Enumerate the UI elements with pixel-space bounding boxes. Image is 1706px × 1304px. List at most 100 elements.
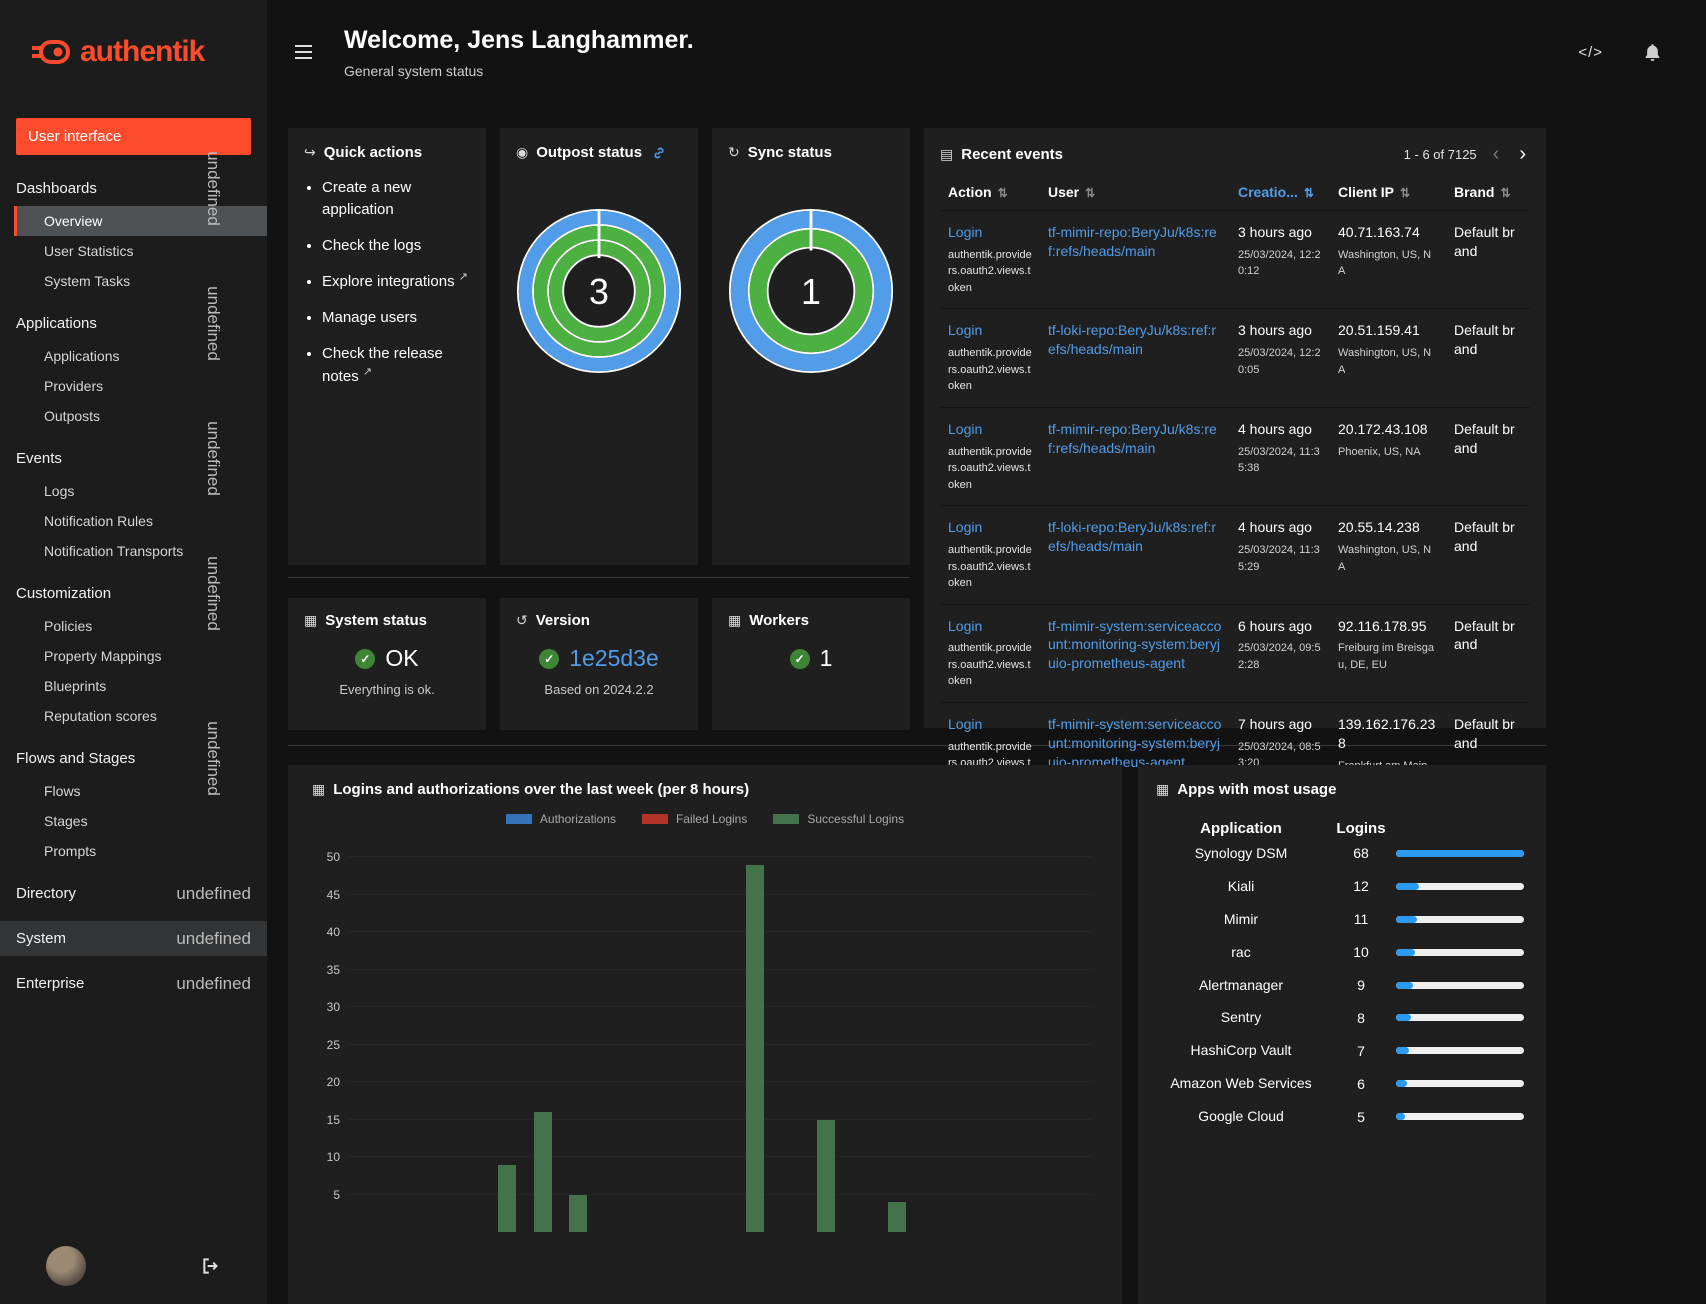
quick-action-check-the-release-notes[interactable]: Check the release notes ↗	[322, 343, 470, 388]
event-row[interactable]: Login authentik.providers.oauth2.views.to…	[940, 505, 1530, 605]
event-row[interactable]: Login authentik.providers.oauth2.views.to…	[940, 209, 1530, 309]
sidebar-section-applications[interactable]: Applications undefined	[0, 286, 267, 361]
event-user-link[interactable]: tf-mimir-system:serviceaccount:monitorin…	[1048, 618, 1221, 672]
outpost-status-donut[interactable]: 3	[516, 203, 682, 379]
version-title: Version	[535, 612, 590, 629]
sidebar-item-reputation-scores[interactable]: Reputation scores	[14, 701, 267, 731]
sidebar-section-events[interactable]: Events undefined	[0, 421, 267, 496]
chart-ytick-label: 20	[326, 1075, 340, 1089]
sync-status-donut[interactable]: 1	[728, 203, 894, 379]
event-action-link[interactable]: Login	[948, 618, 982, 634]
app-usage-bar	[1396, 1113, 1524, 1121]
apps-usage-row-sentry: Sentry 8	[1156, 1001, 1528, 1034]
notification-bell-icon[interactable]	[1643, 43, 1662, 62]
hamburger-menu-icon[interactable]	[291, 39, 316, 65]
api-code-icon[interactable]: </>	[1578, 44, 1603, 61]
events-column-creatio[interactable]: Creatio... ⇅	[1230, 174, 1330, 211]
sidebar-section-customization[interactable]: Customization undefined	[0, 556, 267, 631]
event-action-link[interactable]: Login	[948, 519, 982, 535]
events-column-client-ip[interactable]: Client IP ⇅	[1330, 174, 1446, 211]
sidebar-item-applications[interactable]: Applications	[14, 341, 267, 371]
event-action-link[interactable]: Login	[948, 421, 982, 437]
sidebar-section-flows-and-stages[interactable]: Flows and Stages undefined	[0, 721, 267, 796]
external-link-icon: ↗	[458, 271, 468, 284]
chart-ytick-label: 30	[326, 1000, 340, 1014]
chevron-down-icon: undefined	[204, 151, 224, 226]
sidebar-item-blueprints[interactable]: Blueprints	[14, 671, 267, 701]
sidebar-item-logs[interactable]: Logs	[14, 476, 267, 506]
quick-action-manage-users[interactable]: Manage users	[322, 307, 470, 329]
events-column-action[interactable]: Action ⇅	[940, 174, 1040, 211]
legend-item-successful-logins[interactable]: Successful Logins	[773, 812, 904, 826]
legend-item-authorizations[interactable]: Authorizations	[505, 812, 616, 826]
app-login-count: 5	[1357, 1108, 1365, 1125]
event-user-link[interactable]: tf-loki-repo:BeryJu/k8s:ref:refs/heads/m…	[1048, 322, 1216, 357]
version-value-link[interactable]: 1e25d3e	[569, 645, 659, 672]
sidebar-item-system-tasks[interactable]: System Tasks	[14, 266, 267, 296]
event-user-link[interactable]: tf-mimir-repo:BeryJu/k8s:ref:refs/heads/…	[1048, 224, 1217, 259]
version-description: Based on 2024.2.2	[544, 682, 654, 697]
sidebar-item-flows[interactable]: Flows	[14, 776, 267, 806]
quick-action-check-the-logs[interactable]: Check the logs	[322, 235, 470, 257]
event-user-link[interactable]: tf-mimir-system:serviceaccount:monitorin…	[1048, 716, 1221, 770]
sidebar-item-user-statistics[interactable]: User Statistics	[14, 236, 267, 266]
event-user-link[interactable]: tf-mimir-repo:BeryJu/k8s:ref:refs/heads/…	[1048, 421, 1217, 456]
avatar[interactable]	[46, 1246, 86, 1286]
sidebar-nav: Dashboards undefined Overview User Statisti…	[0, 151, 267, 1001]
sidebar-item-list: Policies Property Mappings Blueprints Reput…	[0, 611, 267, 731]
sidebar-item-prompts[interactable]: Prompts	[14, 836, 267, 866]
sidebar-item-notification-rules[interactable]: Notification Rules	[14, 506, 267, 536]
authentik-logo[interactable]: authentik	[0, 0, 267, 104]
chart-gridline	[348, 1006, 1092, 1007]
sidebar-item-outposts[interactable]: Outposts	[14, 401, 267, 431]
legend-label: Successful Logins	[807, 812, 905, 826]
sidebar-group: Applications undefined Applications Provide…	[0, 286, 267, 431]
event-time-cell: 4 hours ago 25/03/2024, 11:35:38	[1230, 406, 1330, 506]
app-name: Mimir	[1223, 910, 1259, 927]
event-action-link[interactable]: Login	[948, 322, 982, 338]
pagination-prev-button[interactable]: ‹	[1489, 144, 1504, 164]
app-usage-bar	[1396, 882, 1524, 890]
sidebar-section-label: Dashboards	[16, 180, 97, 197]
sidebar-section-enterprise[interactable]: Enterprise undefined	[0, 966, 267, 1001]
event-row[interactable]: Login authentik.providers.oauth2.views.to…	[940, 406, 1530, 506]
sidebar-section-system[interactable]: System undefined	[0, 921, 267, 956]
link-icon[interactable]	[652, 146, 666, 160]
column-label: User	[1048, 184, 1080, 200]
check-circle-icon: ✓	[355, 648, 376, 669]
sidebar-group: Directory undefined	[0, 876, 267, 911]
event-user-link[interactable]: tf-loki-repo:BeryJu/k8s:ref:refs/heads/m…	[1048, 519, 1216, 554]
event-action-link[interactable]: Login	[948, 716, 982, 732]
event-action-link[interactable]: Login	[948, 224, 982, 240]
event-row[interactable]: Login authentik.providers.oauth2.views.to…	[940, 308, 1530, 408]
sidebar-item-stages[interactable]: Stages	[14, 806, 267, 836]
event-time-absolute: 25/03/2024, 09:52:28	[1238, 642, 1321, 671]
sidebar-group: Events undefined Logs Notification Rules Not…	[0, 421, 267, 566]
event-client-ip: 20.172.43.108	[1338, 420, 1428, 437]
sidebar-item-notification-transports[interactable]: Notification Transports	[14, 536, 267, 566]
event-user-cell: tf-mimir-system:serviceaccount:monitorin…	[1040, 603, 1230, 703]
sign-out-icon[interactable]	[201, 1257, 221, 1275]
event-row[interactable]: Login authentik.providers.oauth2.views.to…	[940, 603, 1530, 703]
app-usage-bar-fill	[1396, 1080, 1408, 1088]
legend-item-failed-logins[interactable]: Failed Logins	[641, 812, 747, 826]
sidebar-item-overview[interactable]: Overview	[14, 206, 267, 236]
chart-ytick-label: 45	[326, 887, 340, 902]
events-column-brand[interactable]: Brand ⇅	[1446, 174, 1530, 211]
apps-usage-row-amazon-web-services: Amazon Web Services 6	[1156, 1067, 1528, 1100]
sidebar-item-policies[interactable]: Policies	[14, 611, 267, 641]
quick-action-create-a-new-application[interactable]: Create a new application	[322, 177, 470, 221]
sidebar-item-providers[interactable]: Providers	[14, 371, 267, 401]
outpost-status-count: 3	[589, 272, 609, 312]
pagination-next-button[interactable]: ›	[1515, 144, 1530, 164]
sidebar-section-dashboards[interactable]: Dashboards undefined	[0, 151, 267, 226]
quick-action-explore-integrations[interactable]: Explore integrations ↗	[322, 270, 470, 293]
user-interface-button[interactable]: User interface	[16, 118, 251, 155]
sidebar-section-directory[interactable]: Directory undefined	[0, 876, 267, 911]
sidebar-group: Customization undefined Policies Property M…	[0, 556, 267, 731]
event-time-relative: 4 hours ago	[1238, 420, 1312, 437]
sidebar-section-label: Events	[16, 450, 62, 467]
events-column-user[interactable]: User ⇅	[1040, 174, 1230, 211]
sidebar-item-property-mappings[interactable]: Property Mappings	[14, 641, 267, 671]
sidebar-group: Dashboards undefined Overview User Statisti…	[0, 151, 267, 296]
